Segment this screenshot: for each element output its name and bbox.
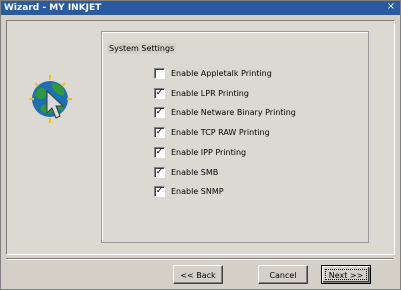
- button-separator: [6, 258, 393, 260]
- checkbox-tcp-raw[interactable]: ✓: [154, 127, 165, 138]
- option-label: Enable TCP RAW Printing: [171, 128, 270, 137]
- option-label: Enable LPR Printing: [171, 89, 249, 98]
- checkbox-ipp[interactable]: ✓: [154, 147, 165, 158]
- close-icon[interactable]: ×: [385, 1, 397, 13]
- checkbox-snmp[interactable]: ✓: [154, 186, 165, 197]
- system-settings-legend: System Settings: [107, 43, 177, 54]
- checkbox-smb[interactable]: ✓: [154, 167, 165, 178]
- focus-rect: [325, 269, 367, 280]
- checkbox-netware[interactable]: ✓: [154, 107, 165, 118]
- window-title: Wizard - MY INKJET: [4, 3, 102, 13]
- back-button[interactable]: << Back: [173, 265, 223, 284]
- checkbox-lpr[interactable]: ✓: [154, 88, 165, 99]
- option-label: Enable SMB: [171, 168, 219, 177]
- option-label: Enable SNMP: [171, 187, 224, 196]
- title-bar[interactable]: Wizard - MY INKJET ×: [1, 1, 400, 15]
- cancel-button[interactable]: Cancel: [258, 265, 308, 284]
- option-label: Enable Netware Binary Printing: [171, 108, 296, 117]
- option-label: Enable Appletalk Printing: [171, 69, 272, 78]
- option-label: Enable IPP Printing: [171, 148, 247, 157]
- checkbox-appletalk[interactable]: [154, 68, 165, 79]
- globe-with-cursor-icon: [29, 75, 72, 123]
- next-button[interactable]: Next >>: [321, 265, 371, 284]
